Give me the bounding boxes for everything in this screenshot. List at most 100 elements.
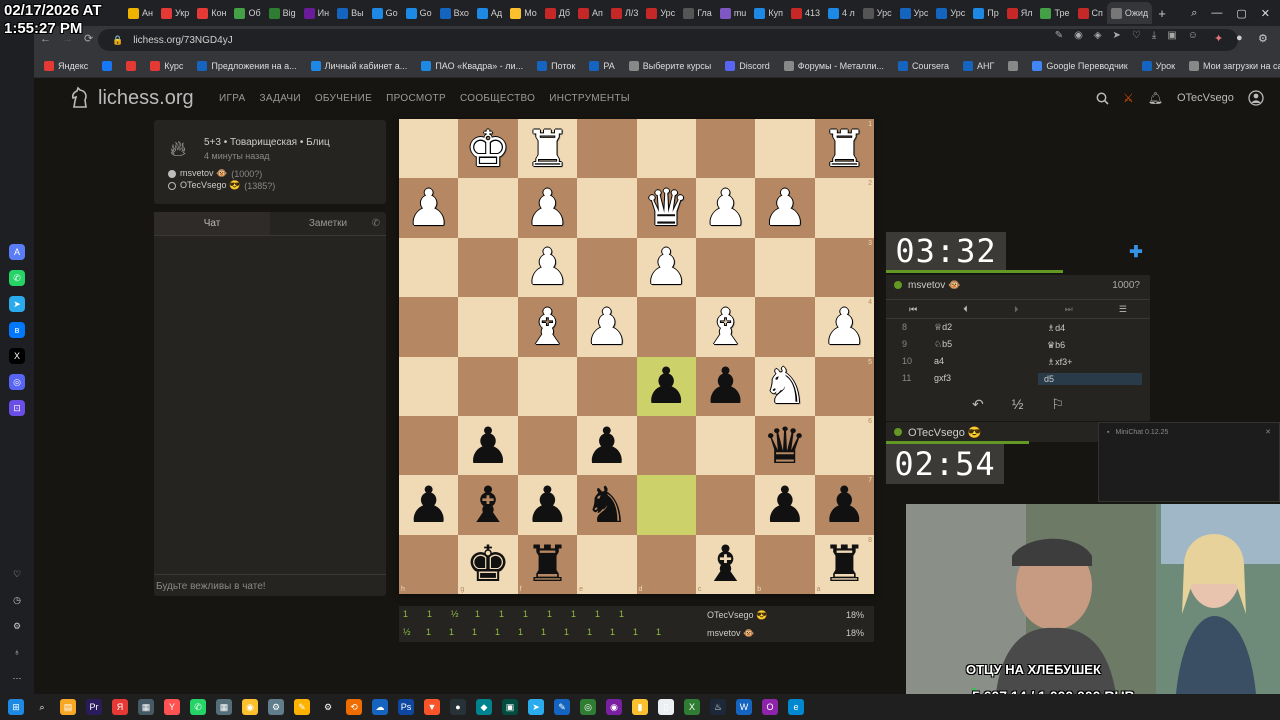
board-square[interactable]: ♜ f (517, 534, 578, 594)
chess-piece[interactable]: ♝ (703, 539, 748, 589)
chess-piece[interactable]: ♞ (763, 361, 808, 411)
chrome2-icon[interactable]: ◉ (606, 699, 622, 715)
vpn-icon[interactable]: ▣ (502, 699, 518, 715)
gear-icon[interactable]: ⚙ (9, 618, 25, 634)
excel-icon[interactable]: X (684, 699, 700, 715)
browser-tab[interactable]: Урс (642, 2, 679, 24)
bookmark-item[interactable]: Предложения на а... (197, 60, 297, 71)
history-icon[interactable]: ◷ (9, 592, 25, 608)
telegram-icon[interactable]: ➤ (9, 296, 25, 312)
search-icon[interactable]: ⌕ (34, 699, 50, 715)
crosstable-score[interactable]: 1 (475, 609, 480, 619)
nav-learn[interactable]: ОБУЧЕНИЕ (315, 93, 372, 104)
telegram-icon[interactable]: ➤ (528, 699, 544, 715)
board-square[interactable] (458, 297, 518, 357)
obs-icon[interactable]: ● (450, 699, 466, 715)
board-square[interactable] (755, 119, 815, 179)
bookmark-item[interactable]: Урок (1141, 60, 1175, 71)
board-square[interactable] (577, 119, 637, 179)
board-square[interactable]: ♟ (695, 356, 756, 416)
browser-tab[interactable]: Об (230, 2, 264, 24)
download-icon[interactable]: ⤓ (1152, 30, 1156, 41)
brave-icon[interactable]: ▼ (424, 699, 440, 715)
windows-start-icon[interactable]: ⊞ (8, 699, 24, 715)
crosstable-score[interactable]: 1 (403, 609, 408, 619)
bookmark-item[interactable]: АНГ (962, 60, 994, 71)
maximize-icon[interactable]: ▢ (1236, 7, 1246, 20)
chess-board[interactable]: ♚ ♜ ♜ 1 ♟ ♟ ♛ ♟ ♟ 2 ♟ ♟ 3 ♝ ♟ ♝ ♟ 4 ♟ ♟ ♞ 5 ♟ ♟ ♛ 6 ♟ ♝ ♟ ♞ ♟ ♟ 7 h ♚ g ♜ f e d… (399, 119, 874, 594)
board-square[interactable]: 3 (814, 237, 874, 298)
board-square[interactable]: 2 (814, 178, 874, 238)
board-square[interactable]: ♛ (636, 178, 696, 238)
browser-tab[interactable]: Урс (896, 2, 933, 24)
browser-tab[interactable]: Куп (750, 2, 787, 24)
browser-tab[interactable]: Ан (124, 2, 157, 24)
person-icon[interactable]: ☺ (1188, 30, 1198, 41)
username[interactable]: OTecVsego (1177, 92, 1234, 104)
tab-notes[interactable]: Заметки (270, 212, 386, 235)
bulb-icon[interactable]: ♁ (9, 644, 25, 660)
chess-piece[interactable]: ♟ (584, 421, 629, 471)
settings-icon[interactable]: ⚙ (1258, 32, 1268, 45)
board-square[interactable] (399, 356, 459, 416)
opponent-player-row[interactable]: msvetov 🐵 1000? (886, 275, 1150, 295)
chess-piece[interactable]: ♜ (822, 539, 867, 589)
browser-tab[interactable]: Пр (969, 2, 1002, 24)
board-square[interactable]: h (399, 534, 459, 594)
photoshop-icon[interactable]: Ps (398, 699, 414, 715)
browser-tab[interactable]: Л/3 (607, 2, 642, 24)
discord-icon[interactable]: ◎ (9, 374, 25, 390)
browser-tab[interactable]: Go (368, 2, 402, 24)
browser-tab[interactable]: Мо (506, 2, 541, 24)
board-square[interactable]: ♝ (695, 297, 756, 357)
crosstable-score[interactable]: 1 (633, 627, 638, 637)
player-white-line[interactable]: msvetov 🐵 (1000?) (168, 168, 262, 179)
browser-tab[interactable]: Вы (333, 2, 367, 24)
site-logo[interactable]: lichess.org (68, 86, 194, 110)
board-square[interactable]: d (636, 534, 696, 594)
search-icon[interactable] (1096, 92, 1109, 105)
chess-piece[interactable]: ♛ (644, 183, 689, 233)
search-tabs-icon[interactable]: ⌕ (1191, 7, 1197, 20)
chess-piece[interactable]: ♟ (584, 302, 629, 352)
crosstable-name-opponent[interactable]: msvetov 🐵 (707, 628, 754, 639)
board-square[interactable] (695, 475, 756, 535)
crosstable-score[interactable]: 1 (495, 627, 500, 637)
close-window-icon[interactable]: ✕ (1261, 7, 1270, 20)
minimize-icon[interactable]: — (1211, 7, 1222, 20)
browser-tab[interactable]: Ожид (1106, 2, 1153, 24)
logo-text[interactable]: lichess.org (98, 87, 194, 110)
board-square[interactable] (636, 119, 696, 179)
browser-tab[interactable]: Big (265, 2, 300, 24)
board-square[interactable]: ♛ (755, 415, 815, 476)
chess-piece[interactable]: ♟ (703, 183, 748, 233)
nav-play[interactable]: ИГРА (219, 93, 245, 104)
board-square[interactable]: ♟ (577, 415, 637, 476)
board-square[interactable]: ♟ 7 (814, 475, 874, 535)
chess-piece[interactable]: ♟ (525, 480, 570, 530)
browser-tab[interactable]: Урс (859, 2, 896, 24)
chess-piece[interactable]: ♟ (703, 361, 748, 411)
bookmark-item[interactable]: Discord (725, 60, 770, 71)
crosstable-score[interactable]: 1 (499, 609, 504, 619)
crosstable-score[interactable]: 1 (547, 609, 552, 619)
board-square[interactable] (695, 415, 756, 476)
chess-piece[interactable]: ♜ (822, 124, 867, 174)
chess-piece[interactable]: ♚ (466, 539, 511, 589)
browser-tab[interactable]: mu (716, 2, 751, 24)
board-square[interactable] (577, 356, 637, 416)
board-square[interactable] (695, 237, 756, 298)
chess-piece[interactable]: ♟ (644, 361, 689, 411)
board-square[interactable] (636, 297, 696, 357)
board-square[interactable] (755, 237, 815, 298)
nav-watch[interactable]: ПРОСМОТР (386, 93, 446, 104)
browser-tab[interactable]: Сп (1074, 2, 1107, 24)
chess-piece[interactable]: ♟ (466, 421, 511, 471)
crosstable-score[interactable]: 1 (571, 609, 576, 619)
browser-tab[interactable]: Кон (193, 2, 230, 24)
board-square[interactable] (636, 475, 696, 535)
browser-tab[interactable]: Ад (473, 2, 506, 24)
premiere-icon[interactable]: Pr (86, 699, 102, 715)
crosstable-score[interactable]: 1 (541, 627, 546, 637)
chess-piece[interactable]: ♞ (584, 480, 629, 530)
